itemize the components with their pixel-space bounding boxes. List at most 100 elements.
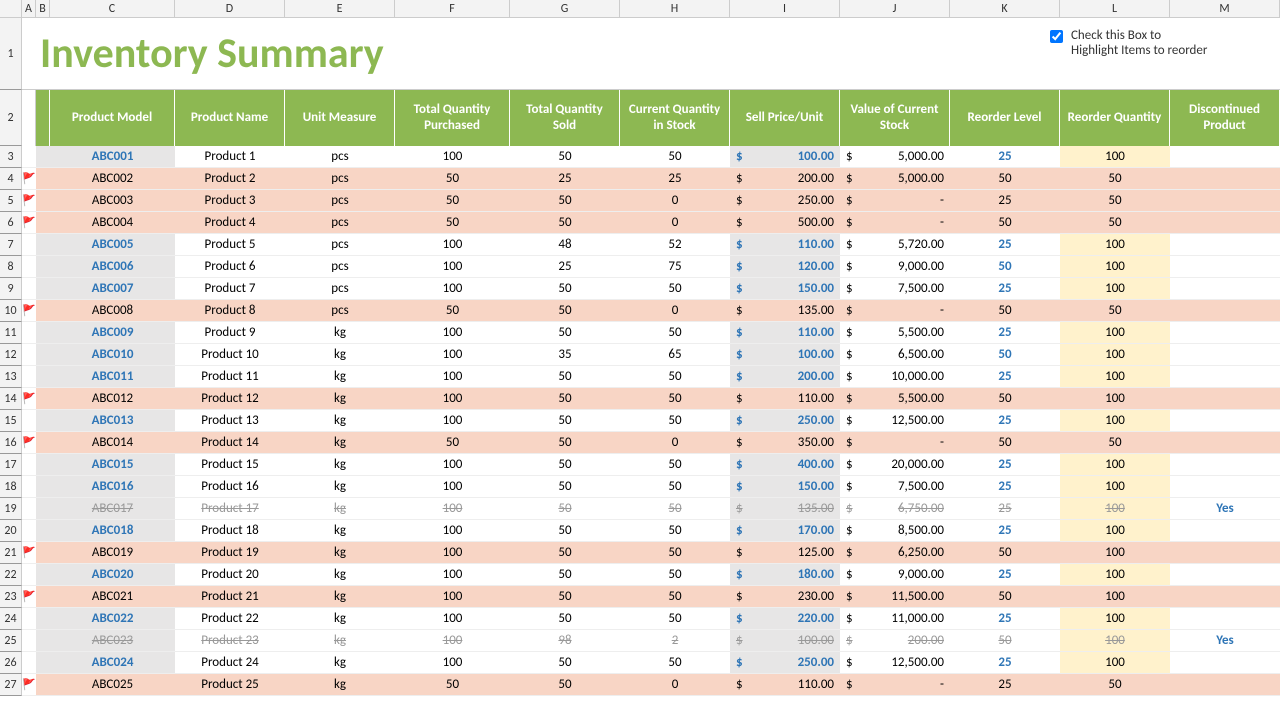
unit-cell[interactable]: pcs bbox=[285, 190, 395, 212]
discontinued-cell[interactable] bbox=[1170, 432, 1280, 454]
stock-cell[interactable]: 65 bbox=[620, 344, 730, 366]
row-header-8[interactable]: 8 bbox=[0, 256, 22, 278]
stock-cell[interactable]: 50 bbox=[620, 586, 730, 608]
reorder-qty-cell[interactable]: 100 bbox=[1060, 608, 1170, 630]
stock-cell[interactable]: 52 bbox=[620, 234, 730, 256]
price-cell[interactable]: $150.00 bbox=[730, 278, 840, 300]
unit-cell[interactable]: kg bbox=[285, 388, 395, 410]
price-cell[interactable]: $100.00 bbox=[730, 630, 840, 652]
product-model-cell[interactable]: ABC002 bbox=[50, 168, 175, 190]
product-model-cell[interactable]: ABC008 bbox=[50, 300, 175, 322]
stock-cell[interactable]: 50 bbox=[620, 520, 730, 542]
product-model-cell[interactable]: ABC021 bbox=[50, 586, 175, 608]
sold-cell[interactable]: 25 bbox=[510, 168, 620, 190]
stock-cell[interactable]: 50 bbox=[620, 498, 730, 520]
sold-cell[interactable]: 50 bbox=[510, 498, 620, 520]
product-name-cell[interactable]: Product 16 bbox=[175, 476, 285, 498]
sold-cell[interactable]: 50 bbox=[510, 212, 620, 234]
header-9[interactable]: Reorder Quantity bbox=[1060, 90, 1170, 146]
stock-cell[interactable]: 25 bbox=[620, 168, 730, 190]
reorder-level-cell[interactable]: 25 bbox=[950, 234, 1060, 256]
row-header-18[interactable]: 18 bbox=[0, 476, 22, 498]
value-cell[interactable]: $200.00 bbox=[840, 630, 950, 652]
reorder-qty-cell[interactable]: 100 bbox=[1060, 344, 1170, 366]
discontinued-cell[interactable] bbox=[1170, 652, 1280, 674]
discontinued-cell[interactable] bbox=[1170, 388, 1280, 410]
unit-cell[interactable]: kg bbox=[285, 542, 395, 564]
reorder-level-cell[interactable]: 25 bbox=[950, 520, 1060, 542]
stock-cell[interactable]: 0 bbox=[620, 212, 730, 234]
col-header-I[interactable]: I bbox=[730, 0, 840, 18]
reorder-qty-cell[interactable]: 100 bbox=[1060, 388, 1170, 410]
stock-cell[interactable]: 75 bbox=[620, 256, 730, 278]
reorder-level-cell[interactable]: 25 bbox=[950, 674, 1060, 696]
reorder-level-cell[interactable]: 25 bbox=[950, 278, 1060, 300]
value-cell[interactable]: $11,000.00 bbox=[840, 608, 950, 630]
stock-cell[interactable]: 50 bbox=[620, 366, 730, 388]
product-name-cell[interactable]: Product 8 bbox=[175, 300, 285, 322]
reorder-level-cell[interactable]: 50 bbox=[950, 300, 1060, 322]
reorder-qty-cell[interactable]: 50 bbox=[1060, 674, 1170, 696]
sold-cell[interactable]: 50 bbox=[510, 278, 620, 300]
unit-cell[interactable]: pcs bbox=[285, 256, 395, 278]
discontinued-cell[interactable] bbox=[1170, 256, 1280, 278]
discontinued-cell[interactable] bbox=[1170, 190, 1280, 212]
purchased-cell[interactable]: 100 bbox=[395, 454, 510, 476]
price-cell[interactable]: $170.00 bbox=[730, 520, 840, 542]
reorder-qty-cell[interactable]: 100 bbox=[1060, 278, 1170, 300]
sold-cell[interactable]: 50 bbox=[510, 608, 620, 630]
product-name-cell[interactable]: Product 10 bbox=[175, 344, 285, 366]
discontinued-cell[interactable] bbox=[1170, 410, 1280, 432]
value-cell[interactable]: $12,500.00 bbox=[840, 652, 950, 674]
value-cell[interactable]: $20,000.00 bbox=[840, 454, 950, 476]
value-cell[interactable]: $- bbox=[840, 300, 950, 322]
purchased-cell[interactable]: 100 bbox=[395, 476, 510, 498]
discontinued-cell[interactable] bbox=[1170, 586, 1280, 608]
col-header-F[interactable]: F bbox=[395, 0, 510, 18]
price-cell[interactable]: $110.00 bbox=[730, 234, 840, 256]
value-cell[interactable]: $- bbox=[840, 432, 950, 454]
value-cell[interactable]: $- bbox=[840, 212, 950, 234]
sold-cell[interactable]: 50 bbox=[510, 542, 620, 564]
product-model-cell[interactable]: ABC012 bbox=[50, 388, 175, 410]
price-cell[interactable]: $350.00 bbox=[730, 432, 840, 454]
row-header-14[interactable]: 14 bbox=[0, 388, 22, 410]
price-cell[interactable]: $150.00 bbox=[730, 476, 840, 498]
reorder-level-cell[interactable]: 25 bbox=[950, 608, 1060, 630]
purchased-cell[interactable]: 100 bbox=[395, 234, 510, 256]
row-header-7[interactable]: 7 bbox=[0, 234, 22, 256]
price-cell[interactable]: $125.00 bbox=[730, 542, 840, 564]
sold-cell[interactable]: 48 bbox=[510, 234, 620, 256]
price-cell[interactable]: $500.00 bbox=[730, 212, 840, 234]
purchased-cell[interactable]: 100 bbox=[395, 652, 510, 674]
reorder-level-cell[interactable]: 50 bbox=[950, 212, 1060, 234]
select-all-corner[interactable] bbox=[0, 0, 22, 18]
product-name-cell[interactable]: Product 25 bbox=[175, 674, 285, 696]
product-name-cell[interactable]: Product 18 bbox=[175, 520, 285, 542]
product-name-cell[interactable]: Product 3 bbox=[175, 190, 285, 212]
price-cell[interactable]: $230.00 bbox=[730, 586, 840, 608]
price-cell[interactable]: $250.00 bbox=[730, 410, 840, 432]
price-cell[interactable]: $100.00 bbox=[730, 344, 840, 366]
product-name-cell[interactable]: Product 7 bbox=[175, 278, 285, 300]
discontinued-cell[interactable] bbox=[1170, 212, 1280, 234]
col-header-D[interactable]: D bbox=[175, 0, 285, 18]
reorder-level-cell[interactable]: 50 bbox=[950, 586, 1060, 608]
purchased-cell[interactable]: 100 bbox=[395, 146, 510, 168]
value-cell[interactable]: $- bbox=[840, 674, 950, 696]
product-name-cell[interactable]: Product 9 bbox=[175, 322, 285, 344]
col-header-E[interactable]: E bbox=[285, 0, 395, 18]
discontinued-cell[interactable] bbox=[1170, 344, 1280, 366]
discontinued-cell[interactable]: Yes bbox=[1170, 498, 1280, 520]
sold-cell[interactable]: 50 bbox=[510, 366, 620, 388]
price-cell[interactable]: $110.00 bbox=[730, 674, 840, 696]
row-header-12[interactable]: 12 bbox=[0, 344, 22, 366]
reorder-qty-cell[interactable]: 100 bbox=[1060, 234, 1170, 256]
reorder-qty-cell[interactable]: 100 bbox=[1060, 410, 1170, 432]
product-model-cell[interactable]: ABC007 bbox=[50, 278, 175, 300]
product-model-cell[interactable]: ABC003 bbox=[50, 190, 175, 212]
value-cell[interactable]: $7,500.00 bbox=[840, 476, 950, 498]
product-name-cell[interactable]: Product 19 bbox=[175, 542, 285, 564]
discontinued-cell[interactable] bbox=[1170, 608, 1280, 630]
price-cell[interactable]: $180.00 bbox=[730, 564, 840, 586]
